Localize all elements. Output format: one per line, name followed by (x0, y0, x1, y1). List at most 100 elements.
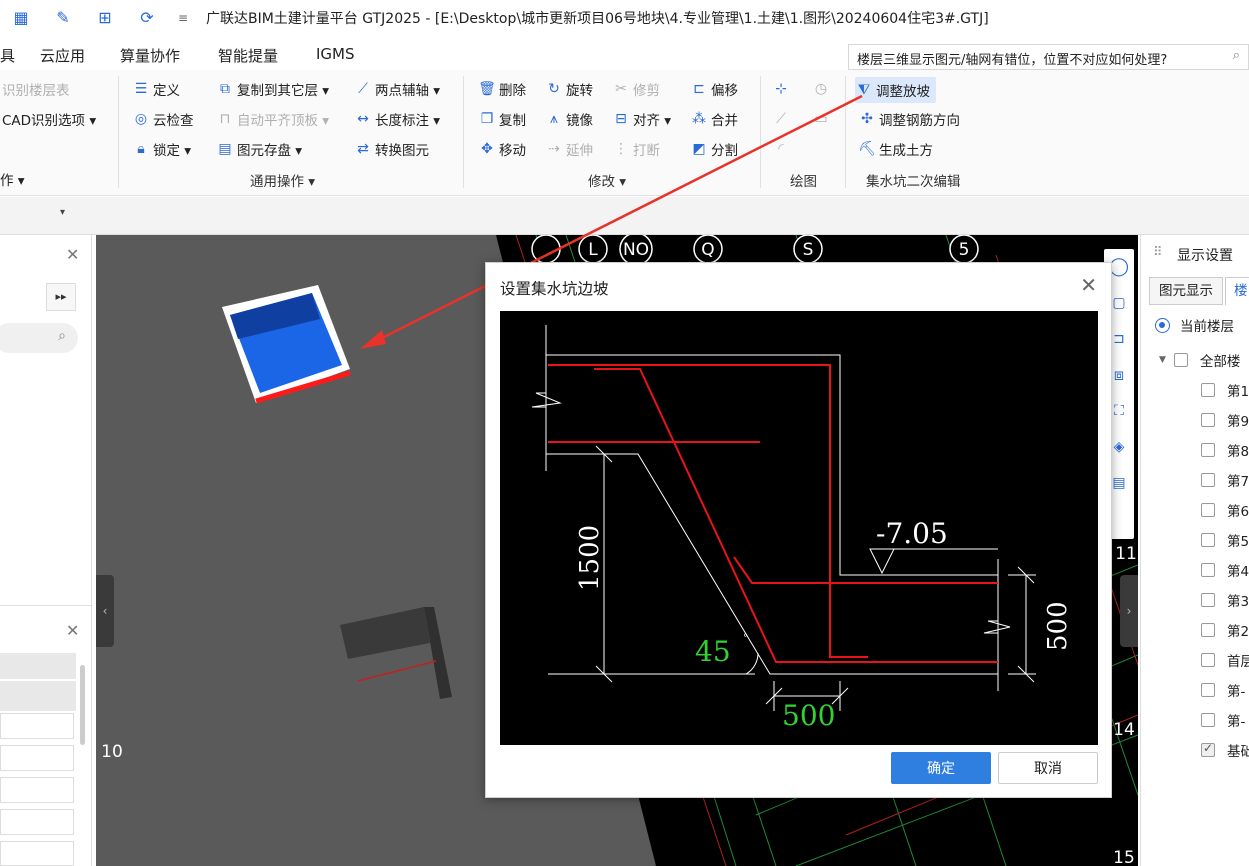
expand-button[interactable]: ▸▸ (46, 283, 76, 311)
break-button[interactable]: ⋮ 打断 (612, 138, 660, 160)
checkbox[interactable] (1173, 353, 1188, 367)
tab-floor[interactable]: 楼 (1225, 277, 1249, 305)
mirror-button[interactable]: ⩚ 镜像 (545, 108, 593, 130)
checkbox[interactable] (1201, 473, 1215, 487)
floor-item[interactable]: 第1 (1201, 378, 1249, 402)
table-row[interactable] (0, 841, 74, 866)
expand-arrow-icon[interactable]: ▼ (1159, 355, 1166, 365)
floor-item[interactable]: 第- (1201, 708, 1245, 732)
two-point-axis-button[interactable]: ⟋ 两点辅轴 ▾ (354, 78, 440, 100)
table-row[interactable] (0, 777, 74, 803)
menu-collab[interactable]: 算量协作 (120, 45, 180, 66)
menu-smart-extract[interactable]: 智能提量 (218, 45, 278, 66)
align-button[interactable]: ⊟ 对齐 ▾ (612, 108, 671, 130)
close-icon[interactable]: ✕ (66, 245, 79, 264)
checkbox[interactable] (1201, 383, 1215, 397)
convert-icon: ⇄ (357, 141, 369, 157)
copy-to-layer-button[interactable]: ⧉ 复制到其它层 ▾ (216, 78, 329, 100)
menu-igms[interactable]: IGMS (316, 45, 355, 63)
list-item[interactable] (0, 681, 76, 711)
trim-button[interactable]: ✂ 修剪 (612, 78, 660, 100)
checkbox[interactable] (1201, 503, 1215, 517)
recognize-floor-table[interactable]: 识别楼层表 (2, 78, 70, 100)
drag-handle-icon[interactable]: ⠿ (1153, 245, 1163, 260)
checkbox[interactable] (1201, 713, 1215, 727)
search-icon[interactable]: ⌕ (1233, 48, 1240, 63)
customize-icon[interactable]: ≡ (172, 7, 194, 29)
define-button[interactable]: ☰ 定义 (132, 78, 180, 100)
close-icon[interactable]: ✕ (66, 621, 79, 640)
split-button[interactable]: ◩ 分割 (690, 138, 738, 160)
search-icon[interactable]: ⌕ (58, 328, 66, 344)
cancel-button[interactable]: 取消 (998, 752, 1098, 784)
help-search-box[interactable]: 楼层三维显示图元/轴网有错位，位置不对应如何处理? ⌕ (848, 44, 1249, 70)
current-floor-radio[interactable]: 当前楼层 (1155, 313, 1234, 337)
grid-icon[interactable]: ⊞ (94, 7, 116, 29)
draw-arc-button[interactable]: ◜ (772, 138, 793, 160)
menu-tools[interactable]: 具 (0, 45, 15, 66)
checkbox[interactable] (1201, 563, 1215, 577)
table-row[interactable] (0, 713, 74, 739)
floor-item[interactable]: 第- (1201, 678, 1245, 702)
dropdown-arrow-icon[interactable]: ▾ (60, 207, 65, 218)
floor-item[interactable]: 第7 (1201, 468, 1249, 492)
floor-item[interactable]: 第6 (1201, 498, 1249, 522)
merge-button[interactable]: ⁂ 合并 (690, 108, 738, 130)
cad-recognize-options[interactable]: CAD识别选项 ▾ (2, 108, 96, 130)
close-icon[interactable]: ✕ (1080, 273, 1097, 297)
scrollbar[interactable] (80, 665, 85, 745)
checkbox[interactable] (1201, 533, 1215, 547)
rotate-button[interactable]: ↻ 旋转 (545, 78, 593, 100)
floor-item[interactable]: 第8 (1201, 438, 1249, 462)
move-button[interactable]: ✥ 移动 (478, 138, 526, 160)
tree-root[interactable]: ▼ 全部楼 (1159, 348, 1240, 372)
convert-element-button[interactable]: ⇄ 转换图元 (354, 138, 429, 160)
generate-earthwork-button[interactable]: ⛏ 生成土方 (858, 138, 933, 160)
adjust-rebar-direction-button[interactable]: ✣ 调整钢筋方向 (858, 108, 960, 130)
draw-line-button[interactable]: ⟋ (772, 108, 793, 130)
checkbox[interactable] (1201, 443, 1215, 457)
draw-circle-button[interactable]: ◷ (812, 78, 833, 100)
offset-button[interactable]: ⊏ 偏移 (690, 78, 738, 100)
floor-item[interactable]: 第5 (1201, 528, 1249, 552)
draw-rect-button[interactable]: ▭ (812, 108, 833, 130)
collapse-right-handle[interactable]: › (1120, 575, 1138, 647)
table-row[interactable] (0, 745, 74, 771)
checkbox[interactable] (1201, 683, 1215, 697)
floor-item[interactable]: 第3 (1201, 588, 1249, 612)
floor-item[interactable]: 第9 (1201, 408, 1249, 432)
tab-element-display[interactable]: 图元显示 (1149, 277, 1223, 305)
delete-button[interactable]: 🗑︎ 删除 (478, 78, 526, 100)
list-item[interactable] (0, 653, 76, 679)
general-ops-group-label[interactable]: 通用操作 ▾ (250, 170, 315, 190)
checkbox[interactable] (1201, 623, 1215, 637)
floor-item[interactable]: 基础 (1201, 738, 1249, 762)
length-dim-button[interactable]: ↔ 长度标注 ▾ (354, 108, 440, 130)
copy-button[interactable]: ❐ 复制 (478, 108, 526, 130)
ok-button[interactable]: 确定 (891, 752, 991, 784)
lock-button[interactable]: 🔒︎ 锁定 ▾ (132, 138, 191, 160)
table-row[interactable] (0, 809, 74, 835)
collapse-left-handle[interactable]: ‹ (96, 575, 114, 647)
ops-group-label[interactable]: 作 ▾ (0, 168, 25, 190)
floor-item[interactable]: 首层 (1201, 648, 1249, 672)
modify-group-label[interactable]: 修改 ▾ (588, 170, 626, 190)
save-element-button[interactable]: ▤ 图元存盘 ▾ (216, 138, 302, 160)
pen-icon[interactable]: ✎ (52, 7, 74, 29)
checkbox[interactable] (1201, 413, 1215, 427)
auto-align-top-button[interactable]: ⊓ 自动平齐顶板 ▾ (216, 108, 330, 130)
cloud-check-button[interactable]: ◎ 云检查 (132, 108, 194, 130)
sync-icon[interactable]: ⟳ (136, 7, 158, 29)
extend-button[interactable]: ⇢ 延伸 (545, 138, 593, 160)
menu-cloud-app[interactable]: 云应用 (40, 45, 85, 66)
floor-item[interactable]: 第2 (1201, 618, 1249, 642)
adjust-slope-button[interactable]: ⧨ 调整放坡 (855, 77, 936, 103)
search-input[interactable]: ⌕ (0, 323, 78, 353)
checkbox[interactable] (1201, 653, 1215, 667)
checkbox[interactable] (1201, 593, 1215, 607)
draw-point-button[interactable]: ⊹ (772, 78, 793, 100)
checkbox[interactable] (1201, 741, 1215, 757)
elevation-label: -7.05 (876, 517, 948, 550)
layout-icon[interactable]: ▦ (10, 7, 32, 29)
floor-item[interactable]: 第4 (1201, 558, 1249, 582)
